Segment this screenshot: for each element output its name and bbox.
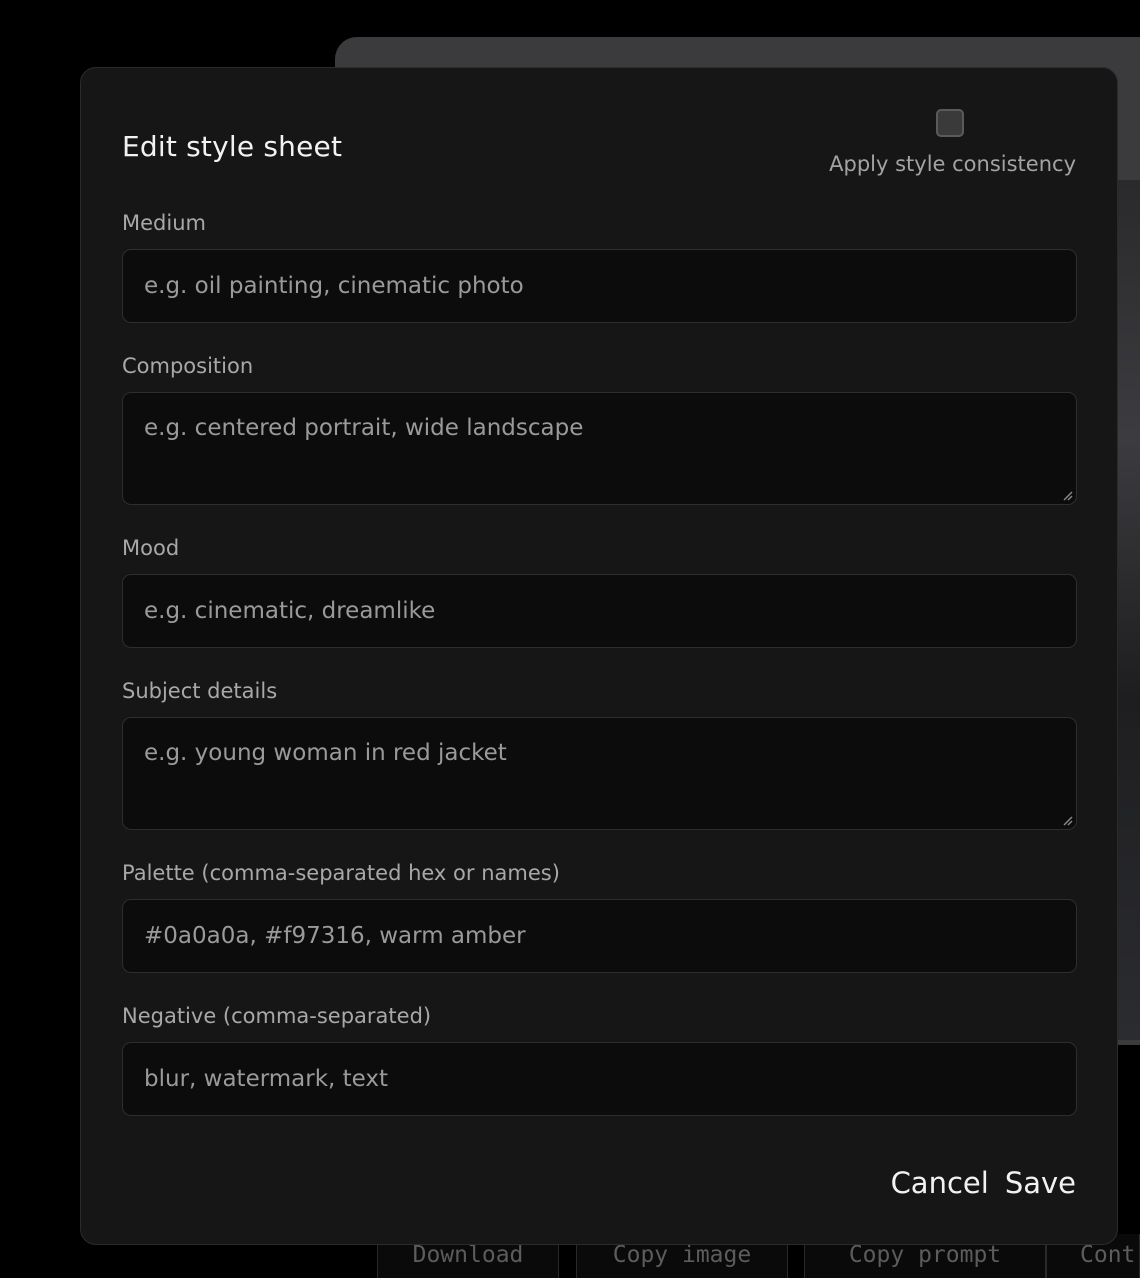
style-consistency-label[interactable]: Apply style consistency — [829, 152, 1076, 176]
negative-input[interactable] — [123, 1043, 1076, 1115]
dialog-actions: Cancel Save — [891, 1163, 1076, 1203]
subject-details-textarea[interactable] — [123, 718, 1076, 829]
composition-textarea[interactable] — [123, 393, 1076, 504]
mood-field-wrapper — [122, 574, 1077, 648]
palette-field-wrapper — [122, 899, 1077, 973]
style-consistency-toggle: Apply style consistency — [776, 108, 1076, 188]
medium-label: Medium — [122, 211, 206, 235]
composition-field-wrapper — [122, 392, 1077, 505]
save-button[interactable]: Save — [1005, 1163, 1076, 1203]
subject-details-field-wrapper — [122, 717, 1077, 830]
style-consistency-checkbox[interactable] — [936, 109, 964, 137]
background-photo — [1117, 180, 1140, 1040]
negative-field-wrapper — [122, 1042, 1077, 1116]
mood-label: Mood — [122, 536, 180, 560]
palette-input[interactable] — [123, 900, 1076, 972]
cancel-button[interactable]: Cancel — [891, 1163, 989, 1203]
dialog-title: Edit style sheet — [122, 130, 343, 163]
resize-handle-icon[interactable] — [1061, 814, 1073, 826]
negative-label: Negative (comma-separated) — [122, 1004, 432, 1028]
edit-style-sheet-dialog: Edit style sheet Apply style consistency… — [80, 67, 1118, 1245]
medium-field-wrapper — [122, 249, 1077, 323]
composition-label: Composition — [122, 354, 254, 378]
mood-input[interactable] — [123, 575, 1076, 647]
medium-input[interactable] — [123, 250, 1076, 322]
palette-label: Palette (comma-separated hex or names) — [122, 861, 560, 885]
subject-details-label: Subject details — [122, 679, 278, 703]
resize-handle-icon[interactable] — [1061, 489, 1073, 501]
